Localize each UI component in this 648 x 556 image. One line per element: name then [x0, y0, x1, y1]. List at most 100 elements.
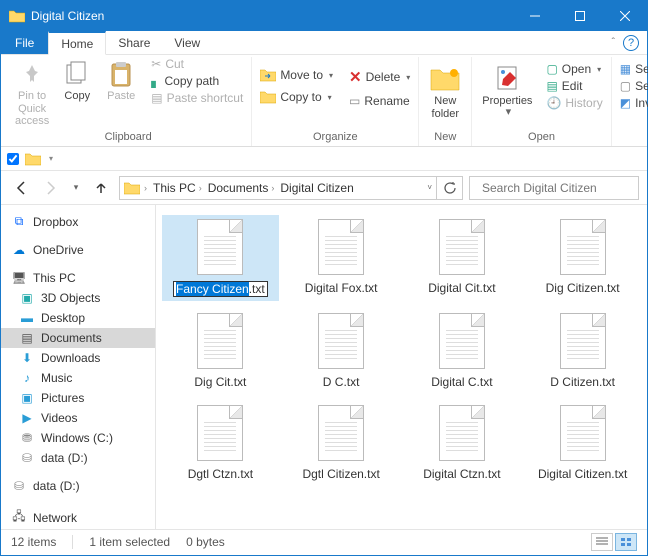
- sidebar-item-downloads[interactable]: ⬇Downloads: [1, 348, 155, 368]
- file-item[interactable]: Digital Citizen.txt: [524, 401, 641, 485]
- text-file-icon: [318, 313, 364, 369]
- forward-button[interactable]: [39, 176, 63, 200]
- rename-button[interactable]: ▭Rename: [345, 93, 414, 109]
- file-item[interactable]: Dig Citizen.txt: [524, 215, 641, 301]
- documents-icon: ▤: [19, 331, 35, 345]
- sidebar-item-windows-c[interactable]: ⛃Windows (C:): [1, 428, 155, 448]
- select-toggle-checkbox[interactable]: [7, 153, 19, 165]
- edit-icon: ▤: [546, 79, 557, 93]
- file-item[interactable]: Dig Cit.txt: [162, 309, 279, 393]
- sidebar-item-data-d2[interactable]: ⛁data (D:): [1, 476, 155, 496]
- select-all-button[interactable]: ▦Select all: [616, 61, 648, 77]
- maximize-button[interactable]: [557, 1, 602, 31]
- recent-locations-button[interactable]: ▾: [69, 176, 83, 200]
- close-button[interactable]: [602, 1, 647, 31]
- share-tab[interactable]: Share: [106, 31, 162, 54]
- paste-shortcut-button[interactable]: ▤Paste shortcut: [147, 90, 247, 106]
- move-to-button[interactable]: Move to▾: [256, 67, 337, 83]
- group-label: Open: [528, 130, 555, 146]
- text-file-icon: [560, 219, 606, 275]
- text-file-icon: [439, 219, 485, 275]
- breadcrumb-segment[interactable]: Documents›: [206, 181, 277, 195]
- sidebar-item-pictures[interactable]: ▣Pictures: [1, 388, 155, 408]
- sidebar-item-desktop[interactable]: ▬Desktop: [1, 308, 155, 328]
- help-icon[interactable]: ?: [623, 35, 639, 51]
- navigation-pane[interactable]: ⧉Dropbox ☁OneDrive 🖥This PC ▣3D Objects …: [1, 205, 156, 529]
- chevron-down-icon[interactable]: ▾: [49, 154, 53, 163]
- file-item[interactable]: Dgtl Ctzn.txt: [162, 401, 279, 485]
- new-folder-button[interactable]: New folder: [423, 61, 467, 122]
- chevron-down-icon[interactable]: ˅: [427, 183, 432, 192]
- history-button[interactable]: 🕘History: [542, 95, 606, 111]
- main-area: ⧉Dropbox ☁OneDrive 🖥This PC ▣3D Objects …: [1, 205, 647, 529]
- paste-button[interactable]: Paste: [99, 56, 143, 105]
- delete-icon: ✕: [349, 68, 362, 86]
- sidebar-item-data-d[interactable]: ⛁data (D:): [1, 448, 155, 468]
- icons-view-button[interactable]: [615, 533, 637, 551]
- group-label: Clipboard: [105, 130, 152, 146]
- sidebar-item-3dobjects[interactable]: ▣3D Objects: [1, 288, 155, 308]
- group-label: Organize: [313, 130, 358, 146]
- ribbon-group-organize: Move to▾ Copy to▾ ✕Delete▾ ▭Rename Organ…: [252, 57, 419, 146]
- details-view-button[interactable]: [591, 533, 613, 551]
- network-icon: 🖧: [11, 507, 27, 528]
- home-tab[interactable]: Home: [48, 31, 106, 55]
- sidebar-item-documents[interactable]: ▤Documents: [1, 328, 155, 348]
- text-file-icon: [318, 219, 364, 275]
- view-tab[interactable]: View: [162, 31, 212, 54]
- refresh-button[interactable]: [437, 176, 463, 200]
- collapse-ribbon-icon[interactable]: ˆ: [612, 37, 615, 48]
- file-item[interactable]: Dgtl Citizen.txt: [283, 401, 400, 485]
- file-tab[interactable]: File: [1, 31, 48, 54]
- file-item[interactable]: Digital Fox.txt: [283, 215, 400, 301]
- select-none-icon: ▢: [620, 79, 631, 93]
- desktop-icon: ▬: [19, 311, 35, 325]
- file-item[interactable]: D C.txt: [283, 309, 400, 393]
- sidebar-item-onedrive[interactable]: ☁OneDrive: [1, 240, 155, 260]
- file-item[interactable]: D Citizen.txt: [524, 309, 641, 393]
- search-box[interactable]: [469, 176, 639, 200]
- delete-button[interactable]: ✕Delete▾: [345, 67, 414, 87]
- downloads-icon: ⬇: [19, 351, 35, 365]
- file-list[interactable]: Fancy Citizen.txt Digital Fox.txt Digita…: [156, 205, 647, 529]
- search-input[interactable]: [482, 181, 637, 195]
- file-name-edit[interactable]: Fancy Citizen.txt: [173, 281, 268, 297]
- back-button[interactable]: [9, 176, 33, 200]
- file-item[interactable]: Digital Ctzn.txt: [404, 401, 521, 485]
- quick-access-toolbar: ▾: [1, 147, 647, 171]
- edit-button[interactable]: ▤Edit: [542, 78, 606, 94]
- file-item[interactable]: Digital C.txt: [404, 309, 521, 393]
- text-file-icon: [560, 405, 606, 461]
- copy-to-button[interactable]: Copy to▾: [256, 89, 337, 105]
- properties-button[interactable]: Properties▾: [476, 61, 538, 120]
- minimize-button[interactable]: [512, 1, 557, 31]
- paste-icon: [110, 58, 132, 90]
- up-button[interactable]: [89, 176, 113, 200]
- file-item[interactable]: Fancy Citizen.txt: [162, 215, 279, 301]
- copy-path-button[interactable]: ▖Copy path: [147, 73, 247, 89]
- new-folder-icon: [430, 63, 460, 95]
- sidebar-item-network[interactable]: 🖧Network: [1, 504, 155, 529]
- sidebar-item-thispc[interactable]: 🖥This PC: [1, 268, 155, 288]
- breadcrumb-bar[interactable]: › This PC› Documents› Digital Citizen ˅: [119, 176, 437, 200]
- sidebar-item-music[interactable]: ♪Music: [1, 368, 155, 388]
- invert-selection-button[interactable]: ◩Invert selection: [616, 95, 648, 111]
- select-none-button[interactable]: ▢Select none: [616, 78, 648, 94]
- item-count: 12 items: [11, 535, 56, 549]
- group-label: New: [434, 130, 456, 146]
- open-button[interactable]: ▢Open▾: [542, 61, 606, 77]
- cut-button[interactable]: ✂Cut: [147, 56, 247, 72]
- history-icon: 🕘: [546, 96, 561, 110]
- sidebar-item-videos[interactable]: ▶Videos: [1, 408, 155, 428]
- breadcrumb-segment[interactable]: Digital Citizen: [278, 181, 355, 195]
- selection-count: 1 item selected: [89, 535, 170, 549]
- pin-to-quick-access-button[interactable]: Pin to Quick access: [9, 56, 55, 130]
- file-item[interactable]: Digital Cit.txt: [404, 215, 521, 301]
- breadcrumb-segment[interactable]: This PC›: [151, 181, 204, 195]
- file-name: D C.txt: [323, 375, 360, 389]
- sidebar-item-dropbox[interactable]: ⧉Dropbox: [1, 211, 155, 232]
- drive-icon: ⛁: [19, 451, 35, 465]
- cube-icon: ▣: [19, 291, 35, 305]
- file-name: Dig Cit.txt: [194, 375, 246, 389]
- copy-button[interactable]: Copy: [55, 56, 99, 105]
